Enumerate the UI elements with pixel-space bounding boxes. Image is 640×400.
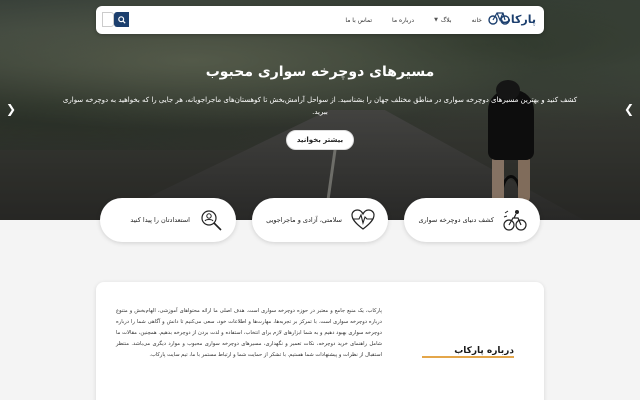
about-text: پارکاب، یک منبع جامع و معتبر در حوزه دوچ… (116, 308, 382, 358)
carousel-next-icon[interactable]: ❯ (624, 102, 634, 116)
nav-item-about[interactable]: درباره ما (392, 17, 414, 24)
nav-item-contact[interactable]: تماس با ما (345, 17, 372, 24)
feature-card-label: کشف دنیای دوچرخه سواری (418, 216, 494, 224)
nav-menu: خانه بلاگ ▼ درباره ما تماس با ما (325, 6, 482, 34)
logo-text: پارکاب (499, 13, 536, 26)
chevron-down-icon: ▼ (434, 17, 438, 23)
hero-title: مسیرهای دوچرخه سواری محبوب (205, 64, 435, 80)
feature-card-talent[interactable]: استعدادتان را پیدا کنید (100, 198, 236, 242)
about-heading-underline (422, 356, 514, 358)
nav-item-label: تماس با ما (345, 16, 373, 24)
search-button[interactable] (114, 12, 129, 27)
nav-item-blog[interactable]: بلاگ ▼ (434, 17, 451, 24)
feature-card-label: سلامتی، آزادی و ماجراجویی (266, 216, 342, 224)
feature-card-health[interactable]: سلامتی، آزادی و ماجراجویی (252, 198, 388, 242)
navbar: پارکاب خانه بلاگ ▼ درباره ما تماس با ما (96, 6, 544, 34)
nav-item-home[interactable]: خانه (472, 17, 482, 24)
talent-search-icon (198, 207, 224, 233)
nav-item-label: بلاگ (440, 16, 452, 24)
search-box (102, 12, 129, 27)
nav-item-label: خانه (471, 16, 482, 24)
feature-card-discover[interactable]: کشف دنیای دوچرخه سواری (404, 198, 540, 242)
site-logo[interactable]: پارکاب (488, 9, 536, 31)
carousel-prev-icon[interactable]: ❮ (6, 102, 16, 116)
cyclist-icon (502, 207, 528, 233)
search-icon (117, 15, 126, 24)
search-input[interactable] (102, 12, 114, 27)
feature-cards: کشف دنیای دوچرخه سواری سلامتی، آزادی و م… (0, 198, 640, 242)
nav-item-label: درباره ما (392, 16, 415, 24)
hero-content: مسیرهای دوچرخه سواری محبوب کشف کنید و به… (0, 64, 640, 150)
about-heading: درباره پارکاب (454, 346, 514, 356)
read-more-button[interactable]: بیشتر بخوانید (285, 130, 355, 150)
feature-card-label: استعدادتان را پیدا کنید (130, 216, 190, 224)
heartbeat-icon (350, 207, 376, 233)
hero-description: کشف کنید و بهترین مسیرهای دوچرخه سواری د… (62, 96, 578, 116)
about-section: درباره پارکاب پارکاب، یک منبع جامع و معت… (96, 282, 544, 400)
